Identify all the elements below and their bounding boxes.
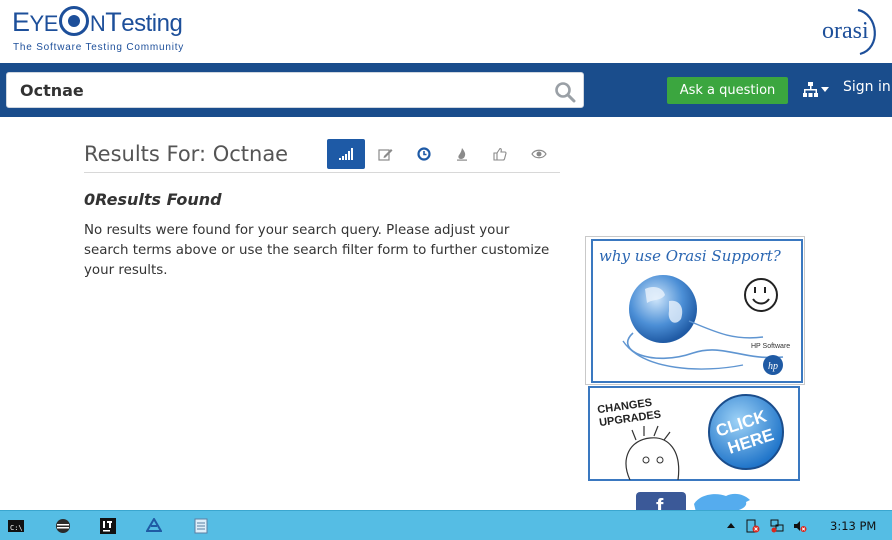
globe-network-illustration: hp bbox=[622, 275, 784, 375]
cartoon-click-illustration: CLICK HERE bbox=[625, 394, 784, 480]
notepad-icon[interactable] bbox=[193, 518, 209, 534]
ask-question-button[interactable]: Ask a question bbox=[667, 77, 788, 104]
orasi-logo[interactable]: orasi bbox=[822, 8, 882, 56]
edit-icon bbox=[377, 149, 392, 161]
ad-frame: why use Orasi Support? hp HP Software bbox=[591, 239, 803, 383]
social-links: f bbox=[636, 490, 756, 510]
no-results-message: No results were found for your search qu… bbox=[84, 223, 550, 278]
page: EYE NTesting The Software Testing Communi… bbox=[0, 0, 892, 540]
results-count-heading: 0Results Found bbox=[84, 190, 222, 209]
orasi-support-ad[interactable]: why use Orasi Support? hp HP Software bbox=[585, 236, 805, 385]
tab-hot[interactable] bbox=[443, 139, 481, 169]
site-header: EYE NTesting The Software Testing Communi… bbox=[0, 0, 892, 63]
search-icon[interactable] bbox=[554, 81, 576, 103]
signal-bars-icon bbox=[339, 148, 353, 160]
svg-text:C:\: C:\ bbox=[10, 524, 23, 532]
changes-upgrades-ad[interactable]: CHANGES UPGRADES CLICK HERE bbox=[588, 386, 803, 481]
orasi-swoosh-icon bbox=[857, 8, 876, 56]
tab-views[interactable] bbox=[520, 139, 558, 169]
ad-subtext: HP Software bbox=[751, 343, 791, 350]
search-box bbox=[6, 72, 584, 108]
volume-muted-icon[interactable] bbox=[793, 519, 807, 533]
sitemap-menu[interactable] bbox=[803, 82, 831, 98]
windows-taskbar: C:\ 3:13 PM bbox=[0, 510, 892, 540]
navbar: Ask a question Sign in bbox=[0, 63, 892, 117]
logo-wordmark: EYE NTesting bbox=[12, 6, 183, 37]
svg-text:hp: hp bbox=[768, 361, 778, 372]
ad2-frame: CHANGES UPGRADES CLICK HERE bbox=[588, 386, 800, 481]
intellij-icon[interactable] bbox=[100, 518, 116, 534]
tab-relevance[interactable] bbox=[327, 139, 365, 169]
sitemap-icon bbox=[803, 82, 829, 97]
show-hidden-icons-icon[interactable] bbox=[724, 519, 738, 533]
tab-newest[interactable] bbox=[366, 139, 404, 169]
action-center-icon[interactable] bbox=[746, 519, 760, 533]
tab-active[interactable] bbox=[405, 139, 443, 169]
browser-icon[interactable] bbox=[55, 518, 71, 534]
cmd-icon[interactable]: C:\ bbox=[8, 518, 24, 534]
twitter-icon bbox=[694, 493, 750, 510]
network-icon[interactable] bbox=[770, 519, 784, 533]
eyeontesting-logo[interactable]: EYE NTesting The Software Testing Communi… bbox=[12, 4, 202, 56]
clock-icon bbox=[417, 147, 431, 161]
drive-icon[interactable] bbox=[146, 518, 162, 534]
logo-eye-icon bbox=[58, 6, 89, 36]
results-title: Results For: Octnae bbox=[84, 142, 289, 166]
logo-tagline: The Software Testing Community bbox=[13, 42, 185, 53]
eye-icon bbox=[531, 149, 547, 159]
title-divider bbox=[84, 172, 560, 173]
svg-text:f: f bbox=[656, 494, 664, 510]
search-input[interactable] bbox=[20, 78, 540, 102]
taskbar-clock[interactable]: 3:13 PM bbox=[830, 519, 876, 533]
flame-icon bbox=[457, 148, 467, 161]
social-icons: f bbox=[636, 492, 750, 510]
tab-votes[interactable] bbox=[481, 139, 519, 169]
sign-in-link[interactable]: Sign in bbox=[843, 79, 891, 95]
thumbs-up-icon bbox=[493, 147, 507, 161]
